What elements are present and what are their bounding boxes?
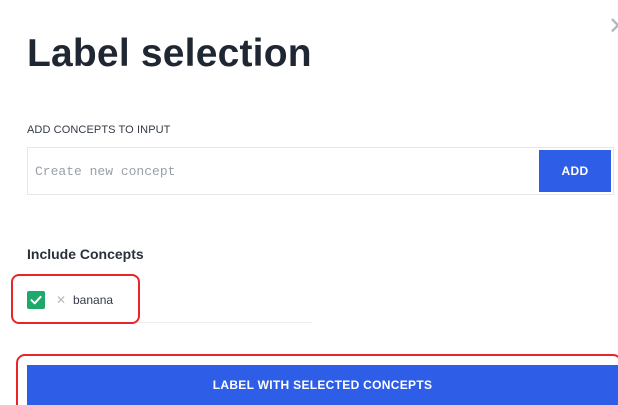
- label-selection-dialog: ✕ Label selection ADD CONCEPTS TO INPUT …: [0, 0, 618, 405]
- concept-list-item: ✕ banana: [27, 288, 312, 323]
- concept-checkbox[interactable]: [27, 291, 45, 309]
- label-with-selected-concepts-button[interactable]: LABEL WITH SELECTED CONCEPTS: [27, 365, 618, 405]
- add-concept-button[interactable]: ADD: [539, 150, 611, 192]
- close-icon[interactable]: ✕: [604, 14, 618, 38]
- add-concepts-label: ADD CONCEPTS TO INPUT: [27, 124, 171, 136]
- new-concept-input[interactable]: [28, 148, 538, 194]
- concept-label: banana: [73, 293, 114, 307]
- dialog-title: Label selection: [27, 32, 312, 75]
- remove-concept-icon[interactable]: ✕: [56, 291, 66, 309]
- checkmark-icon: [30, 295, 42, 305]
- include-concepts-heading: Include Concepts: [27, 246, 144, 262]
- add-concept-form: ADD: [27, 147, 614, 195]
